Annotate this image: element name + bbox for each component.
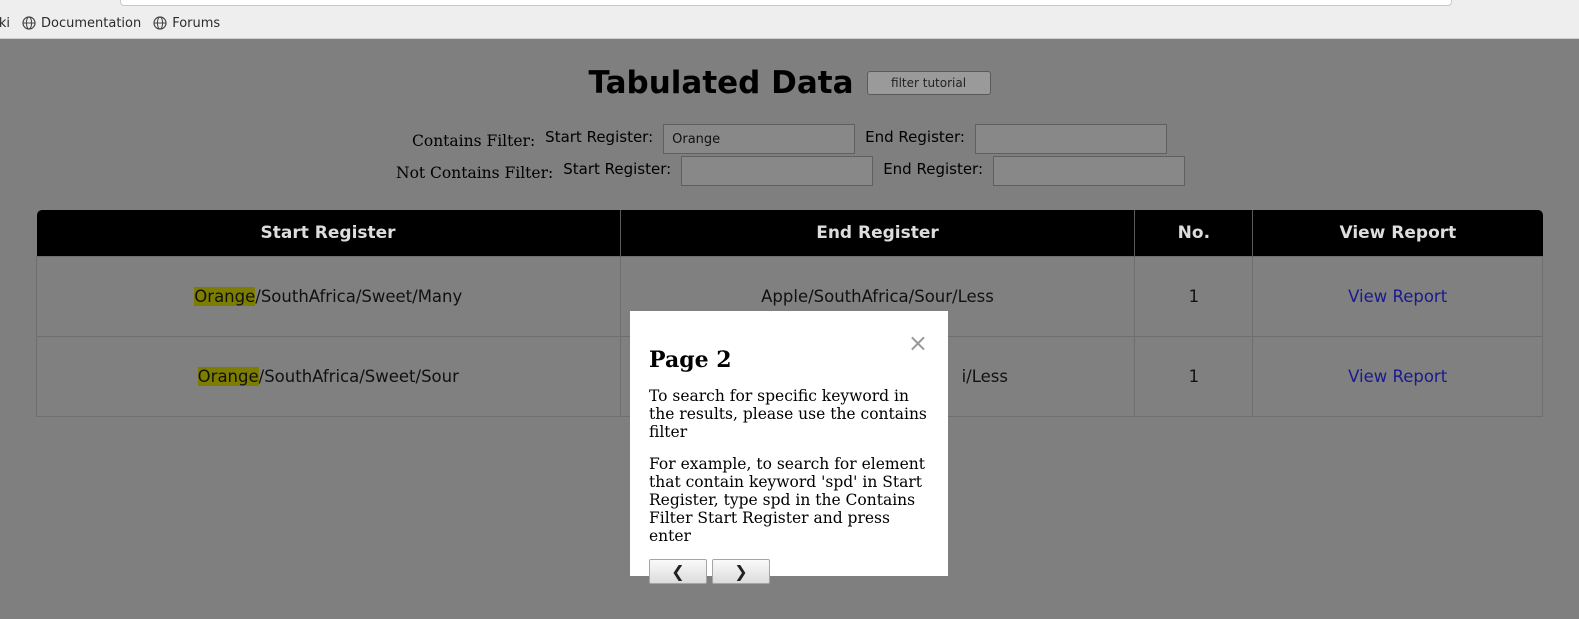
- not-contains-end-label: End Register:: [883, 160, 984, 178]
- dialog-paragraph: To search for specific keyword in the re…: [649, 387, 927, 441]
- not-contains-filter-row: Not Contains Filter: Start Register: End…: [396, 154, 1195, 188]
- page-title: Tabulated Data: [588, 65, 854, 101]
- contains-filter-label: Contains Filter:: [412, 132, 536, 150]
- end-register-text: i/Less: [961, 367, 1008, 386]
- view-report-cell: View Report: [1252, 336, 1543, 417]
- dialog-navigation: ❮ ❯: [649, 559, 929, 584]
- view-report-link[interactable]: View Report: [1348, 367, 1447, 386]
- contains-start-label: Start Register:: [545, 128, 654, 146]
- view-report-link[interactable]: View Report: [1348, 287, 1447, 306]
- contains-end-input[interactable]: [974, 124, 1167, 154]
- contains-end-label: End Register:: [865, 128, 965, 146]
- close-icon[interactable]: ×: [908, 331, 928, 355]
- not-contains-start-input[interactable]: [681, 156, 874, 186]
- header-no[interactable]: No.: [1134, 210, 1253, 257]
- bookmark-label: Forums: [172, 15, 221, 31]
- dialog-title: Page 2: [649, 347, 732, 373]
- not-contains-end-input[interactable]: [993, 156, 1186, 186]
- bookmark-documentation[interactable]: Documentation: [22, 16, 141, 31]
- header-end-register[interactable]: End Register: [619, 210, 1135, 257]
- globe-icon: [22, 16, 36, 30]
- count-cell: 1: [1134, 336, 1254, 417]
- previous-button[interactable]: ❮: [649, 559, 707, 584]
- keyword-highlight: Orange: [197, 367, 259, 386]
- filter-tutorial-button[interactable]: filter tutorial: [866, 71, 991, 95]
- header-view-report[interactable]: View Report: [1252, 210, 1543, 257]
- browser-toolbar: Wiki Documentation Forums: [0, 0, 1579, 39]
- table-header-row: Start Register End Register No. View Rep…: [36, 210, 1543, 257]
- start-register-rest: /SouthAfrica/Sweet/Sour: [258, 367, 459, 386]
- next-button[interactable]: ❯: [712, 559, 770, 584]
- start-register-cell: Orange/SouthAfrica/Sweet/Many: [36, 256, 621, 337]
- title-row: Tabulated Data filter tutorial: [0, 65, 1579, 101]
- bookmark-wiki[interactable]: Wiki: [0, 16, 10, 31]
- start-register-cell: Orange/SouthAfrica/Sweet/Sour: [36, 336, 621, 417]
- start-register-rest: /SouthAfrica/Sweet/Many: [255, 287, 463, 306]
- bookmarks-bar: Wiki Documentation Forums: [0, 14, 232, 32]
- contains-filter-row: Contains Filter: Start Register: End Reg…: [412, 122, 1177, 156]
- address-bar[interactable]: [120, 0, 1452, 6]
- count-cell: 1: [1134, 256, 1254, 337]
- globe-icon: [153, 16, 167, 30]
- not-contains-filter-label: Not Contains Filter:: [396, 164, 554, 182]
- dialog-paragraph: For example, to search for element that …: [649, 455, 925, 545]
- tutorial-dialog: × Page 2 To search for specific keyword …: [630, 311, 948, 584]
- contains-start-input[interactable]: [663, 124, 856, 154]
- bookmark-label: Documentation: [41, 15, 142, 31]
- bookmark-forums[interactable]: Forums: [153, 16, 220, 31]
- view-report-cell: View Report: [1252, 256, 1543, 337]
- keyword-highlight: Orange: [194, 287, 256, 306]
- header-start-register[interactable]: Start Register: [36, 210, 621, 257]
- bookmark-label: Wiki: [0, 15, 10, 31]
- not-contains-start-label: Start Register:: [563, 160, 672, 178]
